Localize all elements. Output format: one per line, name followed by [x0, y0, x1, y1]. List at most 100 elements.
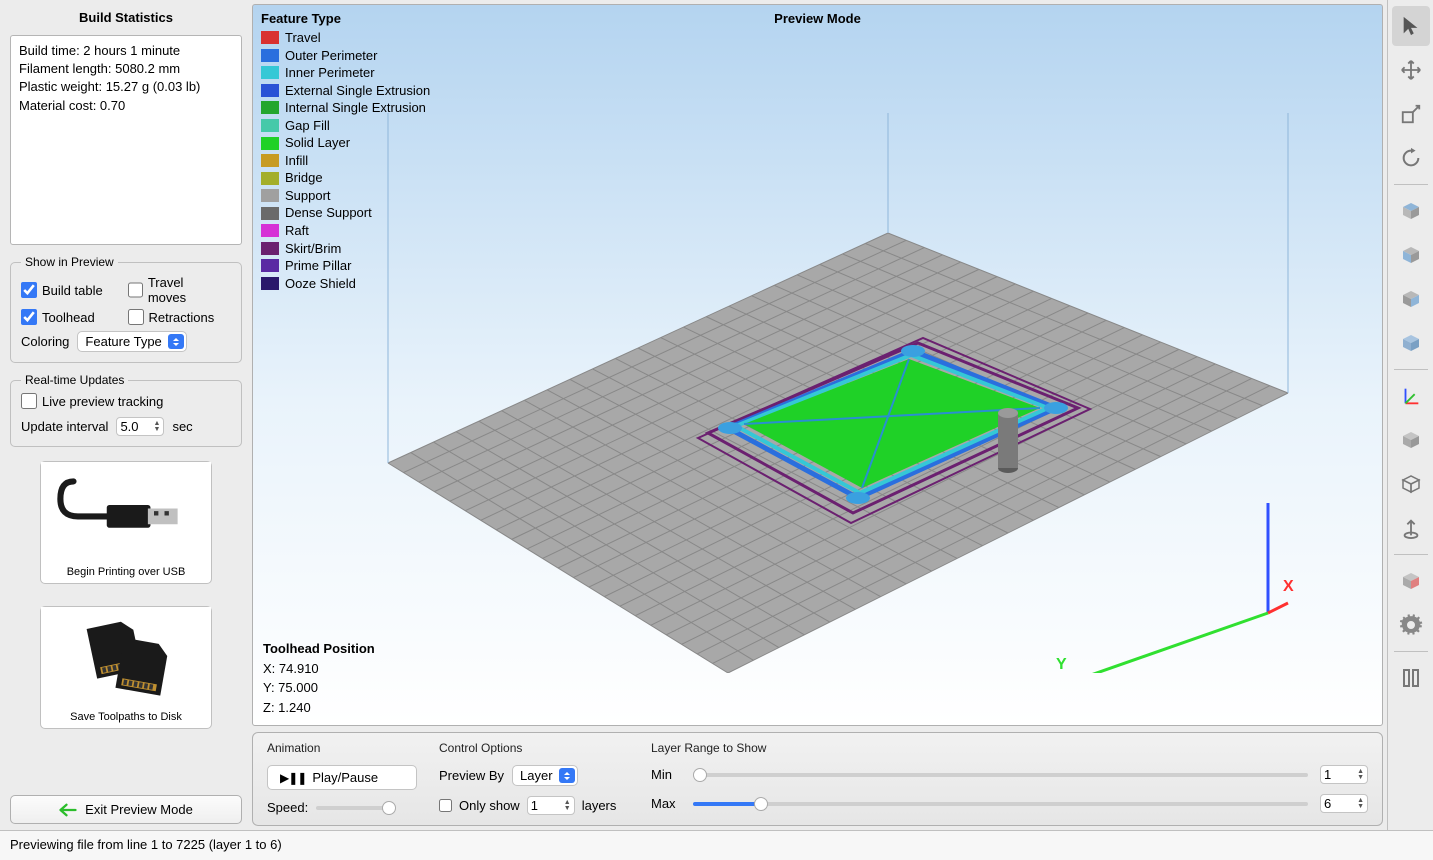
legend-swatch — [261, 207, 279, 220]
update-interval-spinbox[interactable]: 5.0▲▼ — [116, 417, 164, 436]
legend-swatch — [261, 119, 279, 132]
rotate-tool[interactable] — [1392, 138, 1430, 178]
solid-view-icon[interactable] — [1392, 420, 1430, 460]
scale-tool[interactable] — [1392, 94, 1430, 134]
back-arrow-icon — [59, 803, 77, 817]
legend-label: Infill — [285, 152, 308, 170]
build-statistics-box: Build time: 2 hours 1 minute Filament le… — [10, 35, 242, 245]
legend-label: External Single Extrusion — [285, 82, 430, 100]
realtime-updates-group: Real-time Updates Live preview tracking … — [10, 373, 242, 447]
legend-swatch — [261, 172, 279, 185]
max-spinbox[interactable]: 6▲▼ — [1320, 794, 1368, 813]
preview-by-label: Preview By — [439, 768, 504, 783]
preview-viewport[interactable]: Feature Type TravelOuter PerimeterInner … — [252, 4, 1383, 726]
show-in-preview-group: Show in Preview Build table Travel moves… — [10, 255, 242, 363]
coloring-select[interactable]: Feature Type — [77, 331, 186, 352]
legend-label: Gap Fill — [285, 117, 330, 135]
only-show-count[interactable]: 1▲▼ — [527, 796, 575, 815]
play-pause-button[interactable]: ▶❚❚ Play/Pause — [267, 765, 417, 790]
sec-label: sec — [172, 419, 192, 434]
sd-card-icon — [41, 607, 211, 707]
toolhead-y: Y: 75.000 — [263, 678, 375, 698]
build-plate-render: X Y — [328, 113, 1308, 673]
stat-weight: Plastic weight: 15.27 g (0.03 lb) — [19, 78, 233, 96]
legend-swatch — [261, 277, 279, 290]
only-show-checkbox[interactable]: Only show 1▲▼ layers — [439, 796, 629, 815]
toolhead-x: X: 74.910 — [263, 659, 375, 679]
legend-title: Feature Type — [261, 11, 430, 26]
status-text: Previewing file from line 1 to 7225 (lay… — [10, 837, 282, 852]
legend-swatch — [261, 224, 279, 237]
settings-icon[interactable] — [1392, 605, 1430, 645]
move-tool[interactable] — [1392, 50, 1430, 90]
legend-item: Outer Perimeter — [261, 47, 430, 65]
preview-mode-label: Preview Mode — [774, 11, 861, 26]
play-pause-icon: ▶❚❚ — [280, 771, 306, 785]
travel-moves-checkbox[interactable]: Travel moves — [128, 275, 223, 305]
animation-title: Animation — [267, 741, 417, 755]
view-top[interactable] — [1392, 191, 1430, 231]
build-statistics-title: Build Statistics — [10, 6, 242, 29]
retractions-checkbox[interactable]: Retractions — [128, 309, 223, 325]
svg-text:X: X — [1283, 578, 1294, 595]
legend-label: Bridge — [285, 169, 323, 187]
coloring-label: Coloring — [21, 334, 69, 349]
legend-label: Support — [285, 187, 331, 205]
build-table-checkbox[interactable]: Build table — [21, 275, 116, 305]
live-preview-checkbox[interactable]: Live preview tracking — [21, 393, 231, 409]
view-iso[interactable] — [1392, 323, 1430, 363]
legend-swatch — [261, 49, 279, 62]
normals-icon[interactable] — [1392, 508, 1430, 548]
legend-swatch — [261, 101, 279, 114]
min-spinbox[interactable]: 1▲▼ — [1320, 765, 1368, 784]
toolhead-z: Z: 1.240 — [263, 698, 375, 718]
legend-label: Outer Perimeter — [285, 47, 377, 65]
machine-icon[interactable] — [1392, 658, 1430, 698]
pointer-tool[interactable] — [1392, 6, 1430, 46]
legend-swatch — [261, 66, 279, 79]
control-options-title: Control Options — [439, 741, 629, 755]
min-slider[interactable] — [693, 773, 1308, 777]
toolhead-checkbox[interactable]: Toolhead — [21, 309, 116, 325]
legend-swatch — [261, 154, 279, 167]
realtime-legend: Real-time Updates — [21, 373, 128, 387]
stat-build-time: Build time: 2 hours 1 minute — [19, 42, 233, 60]
max-slider[interactable] — [693, 802, 1308, 806]
speed-label: Speed: — [267, 800, 308, 815]
legend-label: Travel — [285, 29, 321, 47]
svg-text:Y: Y — [1056, 656, 1067, 673]
legend-swatch — [261, 137, 279, 150]
exit-preview-button[interactable]: Exit Preview Mode — [10, 795, 242, 824]
legend-swatch — [261, 242, 279, 255]
usb-print-card[interactable]: Begin Printing over USB — [40, 461, 212, 584]
usb-caption: Begin Printing over USB — [67, 562, 186, 583]
update-interval-label: Update interval — [21, 419, 108, 434]
sidebar: Build Statistics Build time: 2 hours 1 m… — [0, 0, 252, 830]
legend-item: External Single Extrusion — [261, 82, 430, 100]
right-toolbar — [1387, 0, 1433, 830]
view-front[interactable] — [1392, 235, 1430, 275]
status-bar: Previewing file from line 1 to 7225 (lay… — [0, 830, 1433, 860]
view-side[interactable] — [1392, 279, 1430, 319]
legend-swatch — [261, 189, 279, 202]
speed-slider[interactable] — [316, 806, 396, 810]
save-disk-card[interactable]: Save Toolpaths to Disk — [40, 606, 212, 729]
legend-item: Inner Perimeter — [261, 64, 430, 82]
legend-label: Inner Perimeter — [285, 64, 375, 82]
legend-swatch — [261, 259, 279, 272]
sd-caption: Save Toolpaths to Disk — [70, 707, 182, 728]
min-label: Min — [651, 767, 681, 782]
max-label: Max — [651, 796, 681, 811]
stat-cost: Material cost: 0.70 — [19, 97, 233, 115]
axes-icon[interactable] — [1392, 376, 1430, 416]
layer-range-title: Layer Range to Show — [651, 741, 1368, 755]
legend-label: Raft — [285, 222, 309, 240]
stat-filament: Filament length: 5080.2 mm — [19, 60, 233, 78]
legend-swatch — [261, 31, 279, 44]
preview-by-select[interactable]: Layer — [512, 765, 578, 786]
legend-swatch — [261, 84, 279, 97]
show-in-preview-legend: Show in Preview — [21, 255, 118, 269]
legend-item: Travel — [261, 29, 430, 47]
cross-section-icon[interactable] — [1392, 561, 1430, 601]
wireframe-icon[interactable] — [1392, 464, 1430, 504]
